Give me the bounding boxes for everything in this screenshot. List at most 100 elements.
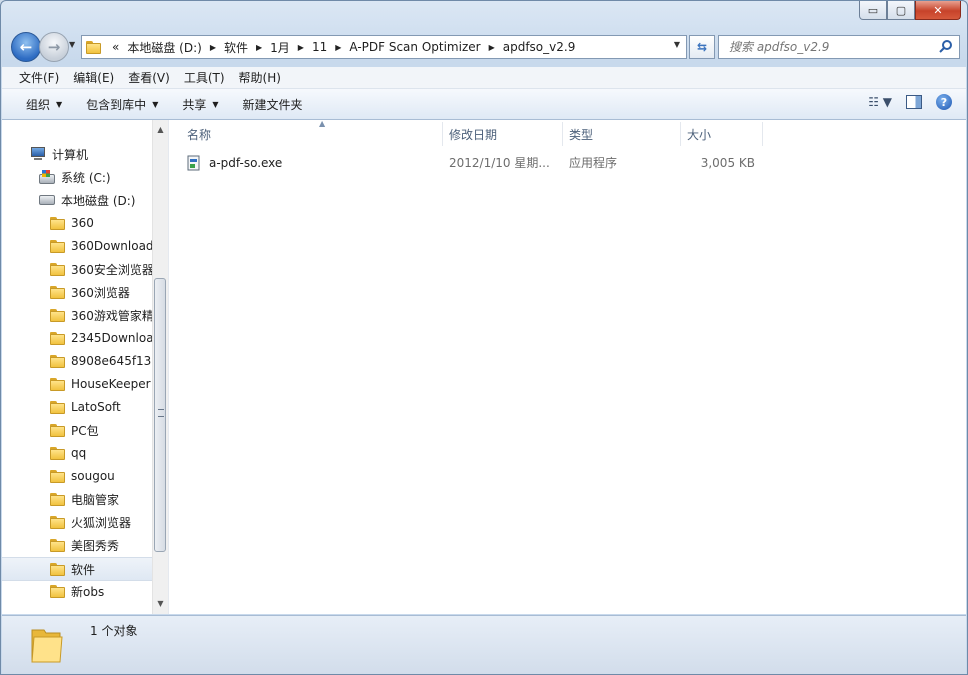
arrow-right-icon: →	[47, 38, 61, 56]
change-view-icon[interactable]: ☷ ▼	[868, 95, 892, 109]
breadcrumb-separator-icon[interactable]: ▶	[252, 43, 266, 52]
column-header-label: 大小	[687, 127, 712, 142]
breadcrumb-item[interactable]: 软件	[220, 39, 252, 56]
column-header-modified[interactable]: 修改日期	[443, 122, 563, 146]
navigation-pane[interactable]: 计算机 系统 (C:) 本地磁盘 (D:) 360 360Downloads 360…	[2, 120, 152, 614]
file-size: 3,005 KB	[700, 156, 755, 170]
address-dropdown-icon[interactable]: ▼	[674, 40, 680, 49]
tree-item-label: LatoSoft	[71, 400, 121, 414]
tree-item-folder[interactable]: PC包	[2, 419, 152, 441]
breadcrumb-item[interactable]: 11	[308, 40, 331, 54]
tree-item-label: 本地磁盘 (D:)	[61, 193, 136, 208]
breadcrumb-item-current[interactable]: apdfso_v2.9	[499, 40, 580, 54]
tree-item-drive-c[interactable]: 系统 (C:)	[2, 166, 152, 188]
tree-item-folder[interactable]: 美图秀秀	[2, 534, 152, 556]
breadcrumb-separator-icon[interactable]: ▶	[485, 43, 499, 52]
breadcrumb-separator-icon[interactable]: ▶	[294, 43, 308, 52]
folder-icon	[86, 40, 102, 54]
tree-item-computer[interactable]: 计算机	[2, 143, 152, 165]
tree-item-folder[interactable]: 360浏览器	[2, 281, 152, 303]
forward-button[interactable]: →	[39, 32, 69, 62]
include-library-button[interactable]: 包含到库中 ▼	[74, 93, 170, 116]
tree-item-folder[interactable]: 360安全浏览器	[2, 258, 152, 280]
share-button[interactable]: 共享 ▼	[170, 93, 230, 116]
folder-icon	[50, 262, 66, 276]
tree-item-folder[interactable]: qq	[2, 442, 152, 464]
file-list[interactable]: 名称 ▲ 修改日期 类型 大小 a-pdf-so.exe 2012/1/10 星…	[168, 119, 966, 614]
back-button[interactable]: ←	[11, 32, 41, 62]
scrollbar-thumb[interactable]	[154, 278, 166, 552]
file-type: 应用程序	[569, 156, 618, 170]
tree-item-folder[interactable]: HouseKeeper	[2, 373, 152, 395]
tree-item-label: 360游戏管家精选	[71, 308, 152, 323]
file-name[interactable]: a-pdf-so.exe	[209, 152, 282, 174]
tree-item-folder[interactable]: 360	[2, 212, 152, 234]
folder-icon	[50, 400, 66, 414]
menu-tools[interactable]: 工具(T)	[177, 69, 232, 86]
menu-help[interactable]: 帮助(H)	[232, 69, 288, 86]
tree-item-label: 系统 (C:)	[61, 170, 111, 185]
organize-button[interactable]: 组织 ▼	[14, 93, 74, 116]
preview-pane-icon[interactable]	[906, 95, 922, 109]
tree-item-folder[interactable]: LatoSoft	[2, 396, 152, 418]
maximize-button[interactable]: ▢	[887, 1, 915, 20]
share-label: 共享	[182, 97, 207, 112]
address-bar[interactable]: « 本地磁盘 (D:) ▶ 软件 ▶ 1月 ▶ 11 ▶ A-PDF Scan …	[81, 35, 687, 59]
recent-pages-dropdown[interactable]: ▼	[69, 40, 75, 49]
tree-item-label: 360安全浏览器	[71, 262, 152, 277]
tree-item-folder[interactable]: 8908e645f1389	[2, 350, 152, 372]
folder-icon	[50, 423, 66, 437]
tree-item-label: 美图秀秀	[71, 538, 120, 553]
tree-item-folder[interactable]: 新obs	[2, 580, 152, 602]
tree-item-folder[interactable]: 火狐浏览器	[2, 511, 152, 533]
breadcrumb-item[interactable]: 本地磁盘 (D:)	[123, 39, 205, 56]
tree-item-folder[interactable]: 电脑管家	[2, 488, 152, 510]
tree-item-label: HouseKeeper	[71, 377, 151, 391]
close-button[interactable]: ✕	[915, 1, 961, 20]
nav-scrollbar[interactable]: ▲ ▼	[152, 120, 168, 614]
tree-item-label: 新obs	[71, 584, 105, 599]
folder-icon	[50, 216, 66, 230]
minimize-button[interactable]: ▭	[859, 1, 887, 20]
tree-item-folder[interactable]: 2345Downloads	[2, 327, 152, 349]
breadcrumb-item[interactable]: A-PDF Scan Optimizer	[345, 40, 484, 54]
refresh-button[interactable]: ⇆	[689, 35, 715, 59]
column-header-size[interactable]: 大小	[681, 122, 763, 146]
menu-view[interactable]: 查看(V)	[121, 69, 177, 86]
executable-icon	[187, 155, 200, 171]
menu-file[interactable]: 文件(F)	[12, 69, 66, 86]
column-header-type[interactable]: 类型	[563, 122, 681, 146]
scroll-down-icon[interactable]: ▼	[153, 596, 168, 612]
menu-edit[interactable]: 编辑(E)	[66, 69, 121, 86]
tree-item-folder[interactable]: 软件	[2, 557, 152, 581]
tree-item-label: PC包	[71, 423, 99, 438]
new-folder-button[interactable]: 新建文件夹	[231, 93, 315, 116]
folder-icon	[50, 492, 66, 506]
search-icon[interactable]	[939, 39, 953, 53]
breadcrumb-item[interactable]: 1月	[266, 39, 294, 56]
column-header-name[interactable]: 名称 ▲	[181, 119, 443, 146]
tree-item-label: qq	[71, 446, 87, 460]
folder-icon	[50, 239, 66, 253]
tree-item-folder[interactable]: 360游戏管家精选	[2, 304, 152, 326]
search-box[interactable]	[718, 35, 960, 59]
folder-icon	[50, 285, 66, 299]
include-library-label: 包含到库中	[86, 97, 147, 112]
drive-icon	[39, 195, 55, 205]
column-header-label: 名称	[187, 127, 212, 142]
folder-large-icon	[31, 629, 63, 663]
help-icon[interactable]: ?	[936, 94, 952, 110]
folder-icon	[50, 469, 66, 483]
breadcrumb-overflow[interactable]: «	[108, 40, 123, 54]
grip-icon	[158, 409, 164, 417]
search-input[interactable]	[727, 39, 931, 55]
scroll-up-icon[interactable]: ▲	[153, 122, 168, 138]
menu-bar: 文件(F) 编辑(E) 查看(V) 工具(T) 帮助(H)	[2, 67, 966, 89]
tree-item-drive-d[interactable]: 本地磁盘 (D:)	[2, 189, 152, 211]
tree-item-label: 360Downloads	[71, 239, 152, 253]
tree-item-folder[interactable]: sougou	[2, 465, 152, 487]
tree-item-folder[interactable]: 360Downloads	[2, 235, 152, 257]
breadcrumb-separator-icon[interactable]: ▶	[206, 43, 220, 52]
breadcrumb-separator-icon[interactable]: ▶	[331, 43, 345, 52]
table-row[interactable]: a-pdf-so.exe 2012/1/10 星期... 应用程序 3,005 …	[181, 152, 771, 174]
